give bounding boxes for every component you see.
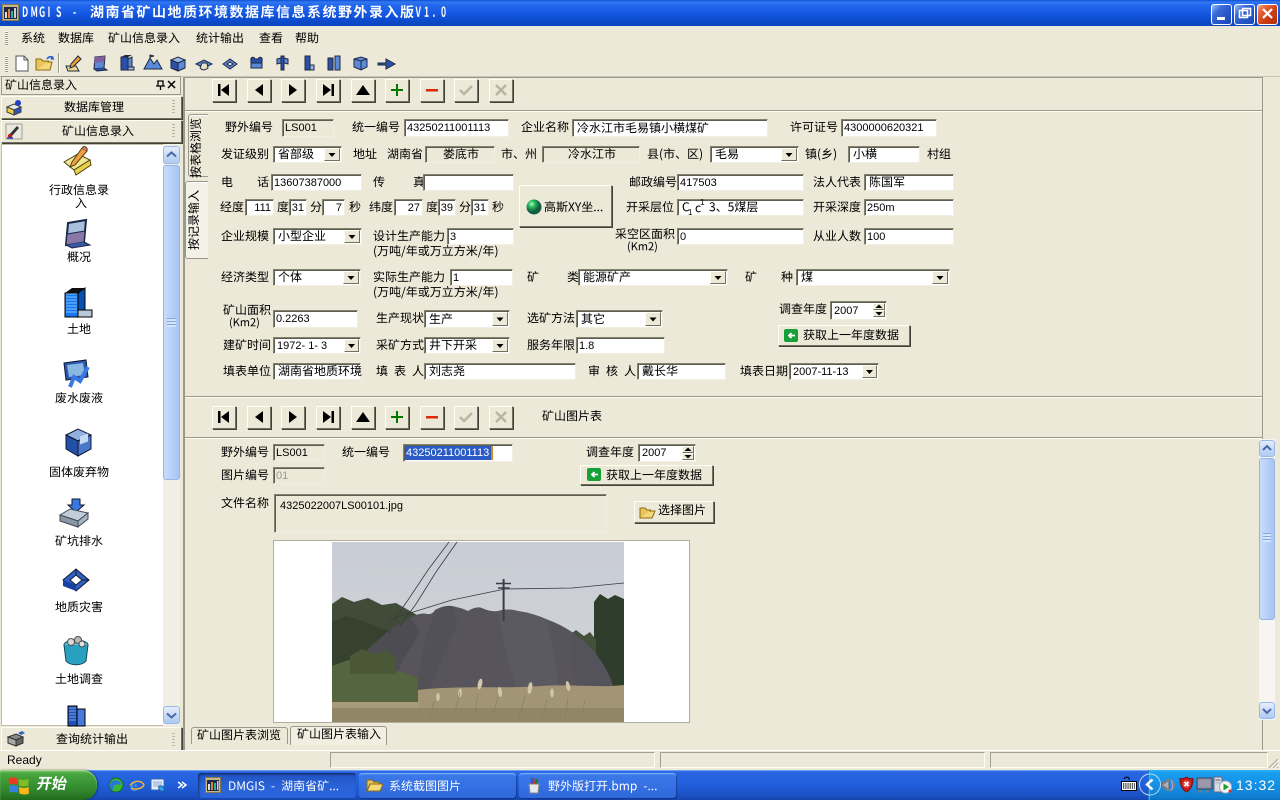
svg-text:e: e <box>130 776 138 795</box>
